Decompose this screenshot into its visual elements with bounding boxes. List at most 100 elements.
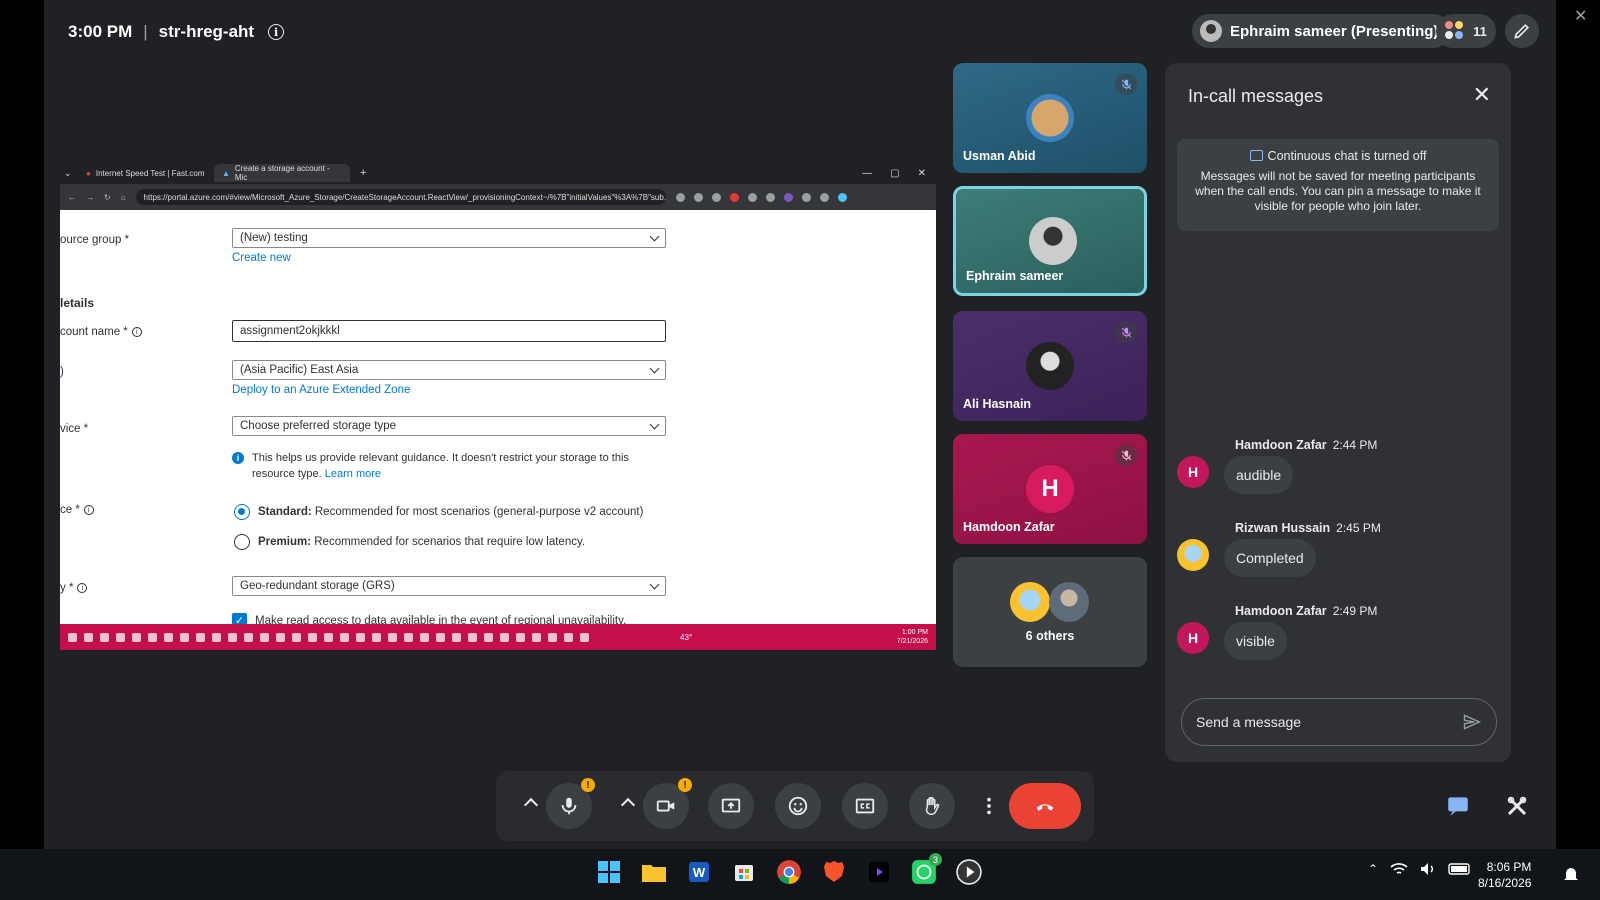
wifi-icon[interactable]: [1390, 862, 1408, 876]
continuous-chat-notice: Continuous chat is turned off Messages w…: [1177, 139, 1499, 231]
premium-radio[interactable]: Premium: Recommended for scenarios that …: [234, 534, 585, 550]
browser-tab[interactable]: ● Internet Speed Test | Fast.com: [78, 164, 214, 182]
raise-hand-button[interactable]: [909, 783, 955, 829]
participant-tile[interactable]: H Hamdoon Zafar: [953, 434, 1147, 544]
participant-name: Ephraim sameer: [966, 269, 1064, 283]
service-dropdown[interactable]: Choose preferred storage type: [232, 416, 666, 436]
presenter-chip[interactable]: Ephraim sameer (Presenting): [1192, 14, 1451, 48]
tab-title: Internet Speed Test | Fast.com: [95, 168, 205, 178]
battery-icon[interactable]: [1448, 863, 1472, 875]
more-options-button[interactable]: [972, 783, 1006, 829]
windows-start-icon[interactable]: [594, 857, 624, 887]
extended-zone-link[interactable]: Deploy to an Azure Extended Zone: [232, 384, 410, 396]
dropdown-value: Choose preferred storage type: [240, 420, 396, 432]
chevron-up-icon[interactable]: ⌃: [1368, 862, 1378, 876]
message-header: Hamdoon Zafar 2:44 PM: [1235, 438, 1377, 452]
participant-name: Hamdoon Zafar: [963, 520, 1055, 534]
chevron-up-icon[interactable]: [620, 797, 636, 813]
media-app-icon[interactable]: [864, 857, 894, 887]
mic-off-icon: [1115, 444, 1137, 466]
in-call-messages-panel: In-call messages ✕ Continuous chat is tu…: [1165, 63, 1511, 762]
mic-icon: [561, 797, 577, 815]
send-icon[interactable]: [1462, 712, 1482, 732]
message-bubble[interactable]: visible: [1224, 622, 1287, 660]
pencil-icon: [1514, 23, 1530, 39]
people-button[interactable]: 11: [1436, 14, 1496, 48]
volume-icon[interactable]: [1420, 862, 1436, 876]
home-icon[interactable]: ⌂: [121, 193, 126, 202]
fast-icon: ●: [86, 168, 91, 178]
shared-screen: ⌄ ● Internet Speed Test | Fast.com ▲ Cre…: [60, 162, 936, 650]
close-icon[interactable]: ✕: [1473, 82, 1491, 108]
activities-button[interactable]: [1494, 783, 1540, 829]
file-explorer-icon[interactable]: [639, 857, 669, 887]
browser-tab-active[interactable]: ▲ Create a storage account - Mic: [214, 164, 350, 182]
create-new-link[interactable]: Create new: [232, 252, 291, 264]
clock-time: 1:00 PM: [901, 629, 928, 636]
avatar: [1049, 582, 1089, 622]
message-bubble[interactable]: audible: [1224, 456, 1294, 494]
learn-more-link[interactable]: Learn more: [325, 468, 381, 480]
resource-group-dropdown[interactable]: (New) testing: [232, 228, 666, 248]
sender-name: Hamdoon Zafar: [1235, 438, 1327, 452]
new-tab-icon[interactable]: +: [360, 167, 366, 179]
more-vert-icon: [987, 797, 991, 815]
chrome-icon[interactable]: [774, 857, 804, 887]
dropdown-value: (Asia Pacific) East Asia: [240, 364, 359, 376]
reactions-button[interactable]: [775, 783, 821, 829]
captions-button[interactable]: [842, 783, 888, 829]
participant-tile[interactable]: Ali Hasnain: [953, 311, 1147, 421]
info-icon[interactable]: i: [77, 582, 88, 593]
url-field[interactable]: https://portal.azure.com/#view/Microsoft…: [135, 189, 666, 205]
forward-icon[interactable]: →: [86, 193, 94, 202]
chevron-down-icon[interactable]: ⌄: [64, 168, 78, 179]
separator: |: [143, 22, 148, 41]
redundancy-dropdown[interactable]: Geo-redundant storage (GRS): [232, 576, 666, 596]
minimize-icon[interactable]: —: [862, 168, 872, 179]
hand-icon: [925, 797, 940, 815]
close-icon[interactable]: ✕: [918, 168, 926, 179]
note-text: This helps us provide relevant guidance.…: [252, 452, 629, 480]
participant-tile[interactable]: Usman Abid: [953, 63, 1147, 173]
whatsapp-icon[interactable]: 3: [909, 853, 942, 887]
back-icon[interactable]: ←: [68, 193, 76, 202]
reload-icon[interactable]: ↻: [104, 193, 111, 202]
chat-button[interactable]: [1435, 783, 1481, 829]
notification-bell-icon[interactable]: [1563, 865, 1579, 883]
info-icon[interactable]: i: [83, 504, 94, 515]
leave-call-button[interactable]: [1009, 783, 1081, 829]
media-player-icon[interactable]: [954, 857, 984, 887]
extension-icons: [675, 192, 847, 202]
message-time: 2:45 PM: [1336, 521, 1381, 535]
info-icon[interactable]: i: [268, 24, 285, 40]
participant-tile-speaking[interactable]: Ephraim sameer: [953, 186, 1147, 296]
present-button[interactable]: [708, 783, 754, 829]
word-icon[interactable]: W: [684, 857, 714, 887]
others-tile[interactable]: 6 others: [953, 557, 1147, 667]
chevron-down-icon: [649, 419, 660, 429]
chat-icon: [1249, 150, 1263, 161]
host-controls-button[interactable]: [1505, 14, 1539, 48]
region-dropdown[interactable]: (Asia Pacific) East Asia: [232, 360, 666, 380]
chevron-up-icon[interactable]: [523, 797, 539, 813]
message-input[interactable]: [1196, 714, 1462, 730]
standard-radio[interactable]: Standard: Recommended for most scenarios…: [234, 504, 643, 520]
account-name-input[interactable]: assignment2okjkkkl: [232, 320, 666, 342]
message-bubble[interactable]: Completed: [1224, 539, 1316, 577]
panel-title: In-call messages: [1188, 86, 1324, 106]
info-icon[interactable]: i: [131, 326, 142, 337]
maximize-icon[interactable]: ▢: [890, 168, 899, 179]
brave-icon[interactable]: [819, 857, 849, 887]
svg-text:W: W: [693, 865, 706, 880]
close-icon[interactable]: ✕: [1574, 6, 1587, 26]
camera-button[interactable]: !: [643, 778, 692, 829]
notification-badge: 3: [929, 853, 942, 866]
mic-button[interactable]: !: [546, 778, 595, 829]
store-icon[interactable]: [729, 857, 759, 887]
taskbar-clock[interactable]: 8:06 PM 8/16/2026: [1478, 859, 1531, 891]
redundancy-label: y * i: [60, 582, 88, 594]
message-time: 2:49 PM: [1332, 604, 1378, 618]
weather-text: 43°: [680, 632, 693, 642]
dropdown-value: Geo-redundant storage (GRS): [240, 580, 395, 592]
clock-date: 7/21/2026: [896, 638, 928, 645]
